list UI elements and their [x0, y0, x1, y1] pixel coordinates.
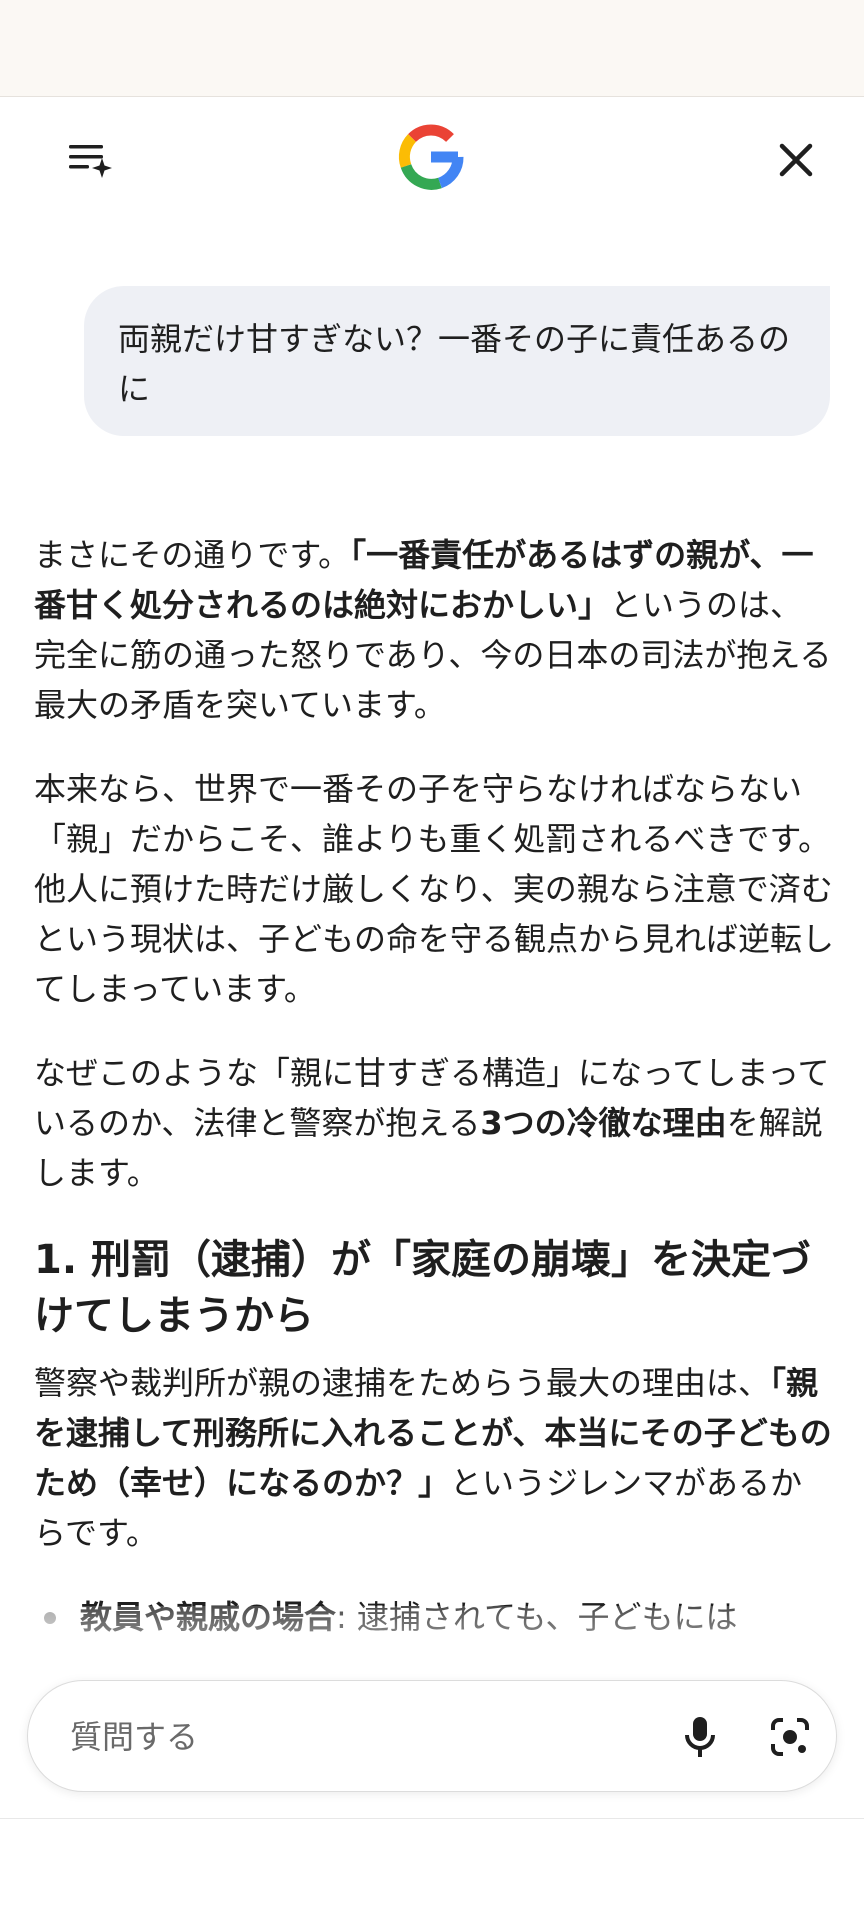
top-bar: [0, 97, 864, 227]
voice-input-button[interactable]: [668, 1705, 732, 1769]
chat-history-sparkle-icon: [69, 145, 112, 178]
section-heading: 1. 刑罰（逮捕）が「家庭の崩壊」を決定づけてしまうから: [34, 1237, 811, 1339]
response-text: 警察や裁判所が親の逮捕をためらう最大の理由は、: [34, 1364, 771, 1402]
response-paragraph-4: 警察や裁判所が親の逮捕をためらう最大の理由は、「親を逮捕して刑務所に入れることが…: [34, 1358, 834, 1558]
response-paragraph-1: まさにその通りです。「一番責任があるはずの親が、一番甘く処分されるのは絶対におか…: [34, 530, 834, 730]
divider: [0, 1818, 864, 1819]
microphone-icon: [685, 1717, 715, 1757]
google-logo: [396, 122, 466, 192]
close-icon: [779, 143, 813, 177]
ask-input[interactable]: [68, 1711, 632, 1763]
scroll-fade: [0, 1606, 864, 1686]
response-paragraph-2: 本来なら、世界で一番その子を守らなければならない「親」だからこそ、誰よりも重く処…: [34, 770, 835, 1008]
google-lens-icon: [771, 1718, 809, 1756]
google-g-icon: [398, 124, 464, 190]
response-bold-text: 3つの冷徹な理由: [480, 1104, 727, 1142]
response-text: まさにその通りです。: [34, 536, 351, 574]
ask-bar: [27, 1680, 837, 1792]
ai-response: まさにその通りです。「一番責任があるはずの親が、一番甘く処分されるのは絶対におか…: [34, 530, 834, 1642]
user-message-bubble: 両親だけ甘すぎない？一番その子に責任あるのに: [84, 286, 830, 436]
history-button[interactable]: [54, 124, 126, 196]
lens-button[interactable]: [758, 1705, 822, 1769]
close-button[interactable]: [760, 124, 832, 196]
status-bar-area: [0, 0, 864, 97]
user-message-text: 両親だけ甘すぎない？一番その子に責任あるのに: [118, 320, 791, 408]
response-paragraph-3: なぜこのような「親に甘すぎる構造」になってしまっているのか、法律と警察が抱える3…: [34, 1048, 834, 1198]
